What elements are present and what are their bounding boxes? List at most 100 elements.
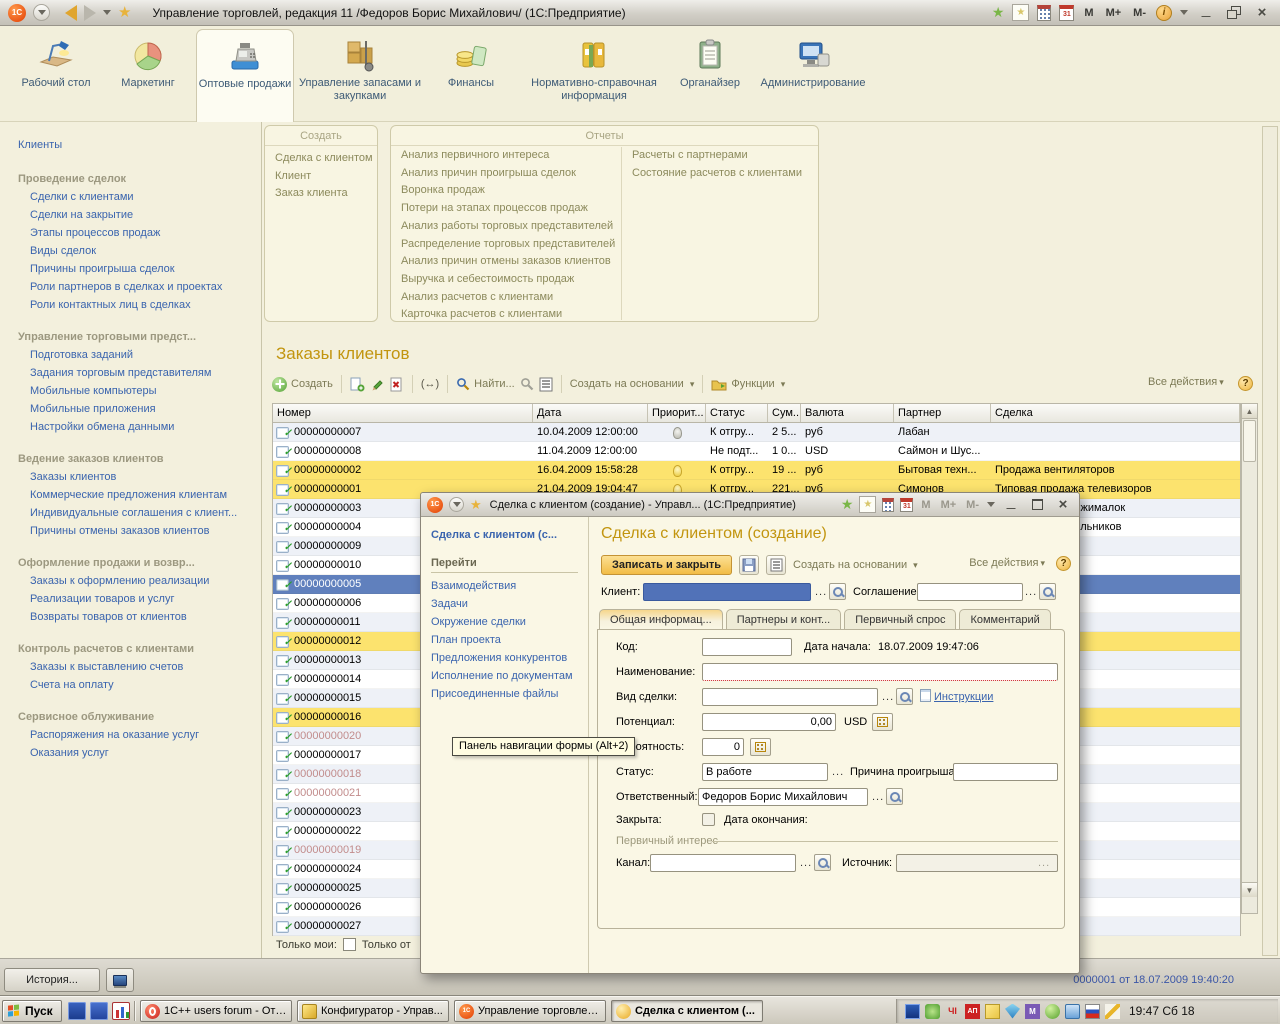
kind-field[interactable]	[702, 688, 878, 706]
page-scrollbar-strip[interactable]	[1262, 126, 1278, 956]
clear-find-button[interactable]	[520, 377, 534, 391]
column-header-currency[interactable]: Валюта	[801, 404, 894, 422]
report-item[interactable]: Анализ первичного интереса	[391, 147, 620, 165]
memory-m-button[interactable]: M	[1082, 7, 1095, 19]
sidebar-item[interactable]: Роли контактных лиц в сделках	[0, 296, 261, 314]
report-item[interactable]: Анализ причин проигрыша сделок	[391, 165, 620, 183]
deal-tab[interactable]: Партнеры и конт...	[726, 609, 842, 630]
agreement-field[interactable]	[917, 583, 1023, 601]
tray-icon[interactable]	[1105, 1004, 1120, 1019]
sidebar-item[interactable]: Задания торговым представителям	[0, 364, 261, 382]
create-panel-item[interactable]: Клиент	[265, 168, 377, 186]
quick-launch-icon-2[interactable]	[90, 1002, 108, 1020]
column-header-status[interactable]: Статус	[706, 404, 768, 422]
report-item[interactable]: Карточка расчетов с клиентами	[391, 306, 620, 324]
report-item[interactable]: Анализ работы торговых представителей	[391, 218, 620, 236]
only-my-checkbox[interactable]	[343, 938, 356, 951]
copy-button[interactable]	[350, 377, 365, 392]
code-field[interactable]	[702, 638, 792, 656]
favorites-go-icon[interactable]	[841, 496, 854, 513]
minimize-button[interactable]	[1196, 4, 1216, 21]
create-based-on-button[interactable]: Создать на основании	[570, 378, 695, 390]
tab-administration[interactable]: Администрирование	[750, 29, 876, 122]
service-messages-button[interactable]	[106, 968, 134, 992]
favorites-star-icon[interactable]	[118, 5, 131, 20]
memory-m-minus-button[interactable]: M-	[964, 499, 981, 511]
tray-icon[interactable]	[1085, 1004, 1100, 1019]
sidebar-item[interactable]: Возвраты товаров от клиентов	[0, 608, 261, 626]
quick-launch-chart-icon[interactable]	[112, 1002, 130, 1020]
status-browse-button[interactable]: ...	[832, 765, 844, 783]
memory-m-plus-button[interactable]: M+	[1104, 7, 1124, 19]
status-field[interactable]: В работе	[702, 763, 828, 781]
sidebar-item[interactable]: Сделки с клиентами	[0, 188, 261, 206]
channel-search-icon[interactable]	[814, 854, 831, 871]
report-item[interactable]: Потери на этапах процессов продаж	[391, 200, 620, 218]
table-scrollbar[interactable]	[1241, 403, 1258, 914]
deal-tab[interactable]: Первичный спрос	[844, 609, 956, 630]
tab-organizer[interactable]: Органайзер	[672, 29, 748, 122]
create-panel-item[interactable]: Сделка с клиентом	[265, 150, 377, 168]
tray-icon[interactable]	[925, 1004, 940, 1019]
sidebar-item[interactable]: Сделки на закрытие	[0, 206, 261, 224]
tab-inventory[interactable]: Управление запасами и закупками	[296, 29, 424, 122]
responsible-browse-button[interactable]: ...	[872, 790, 884, 808]
name-field[interactable]	[702, 663, 1058, 681]
history-dropdown-icon[interactable]	[103, 10, 111, 15]
channel-field[interactable]	[650, 854, 796, 872]
deal-nav-item[interactable]: Присоединенные файлы	[421, 685, 588, 703]
more-dropdown-icon[interactable]	[987, 502, 995, 507]
table-row[interactable]: 00000000008 11.04.2009 12:00:00 Не подт.…	[273, 442, 1240, 461]
tab-finance[interactable]: Финансы	[426, 29, 516, 122]
column-header-priority[interactable]: Приорит...	[648, 404, 706, 422]
kind-search-icon[interactable]	[896, 688, 913, 705]
report-item[interactable]: Расчеты с партнерами	[622, 147, 817, 165]
tray-icon[interactable]: АП	[965, 1004, 980, 1019]
taskbar-task[interactable]: 1C++ users forum - Отв...	[140, 1000, 292, 1022]
source-field[interactable]	[896, 854, 1058, 872]
probability-calculator-button[interactable]	[750, 738, 771, 756]
taskbar-task[interactable]: Управление торговлей...	[454, 1000, 606, 1022]
functions-button[interactable]: Функции	[711, 378, 785, 391]
calculator-icon[interactable]	[1037, 5, 1051, 21]
history-button[interactable]: История...	[4, 968, 100, 992]
calendar-icon[interactable]	[1059, 5, 1074, 21]
favorites-add-icon[interactable]	[859, 496, 876, 513]
sidebar-item[interactable]: Подготовка заданий	[0, 346, 261, 364]
channel-browse-button[interactable]: ...	[800, 856, 812, 874]
responsible-field[interactable]: Федоров Борис Михайлович	[698, 788, 868, 806]
deal-nav-item[interactable]: План проекта	[421, 631, 588, 649]
scroll-up-icon[interactable]	[1242, 404, 1257, 419]
info-icon[interactable]	[1156, 5, 1172, 21]
deal-tab[interactable]: Комментарий	[959, 609, 1050, 630]
sidebar-item[interactable]: Причины отмены заказов клиентов	[0, 522, 261, 540]
info-dropdown-icon[interactable]	[1180, 10, 1188, 15]
tab-reference-info[interactable]: Нормативно-справочная информация	[518, 29, 670, 122]
scroll-down-icon[interactable]	[1242, 882, 1257, 897]
agreement-browse-button[interactable]: ...	[1025, 585, 1037, 603]
start-button[interactable]: Пуск	[2, 1000, 62, 1022]
calculator-icon[interactable]	[882, 498, 894, 512]
sidebar-item[interactable]: Виды сделок	[0, 242, 261, 260]
help-icon[interactable]	[1056, 556, 1071, 571]
tab-desktop[interactable]: Рабочий стол	[12, 29, 100, 122]
report-item[interactable]: Анализ причин отмены заказов клиентов	[391, 253, 620, 271]
favorites-add-icon[interactable]	[1012, 4, 1029, 21]
tray-icon[interactable]: ЧI	[945, 1004, 960, 1019]
responsible-search-icon[interactable]	[886, 788, 903, 805]
deal-tab[interactable]: Общая информац...	[599, 609, 723, 630]
tray-icon[interactable]: М	[1025, 1004, 1040, 1019]
taskbar-task[interactable]: Конфигуратор - Управ...	[297, 1000, 449, 1022]
memory-m-minus-button[interactable]: M-	[1131, 7, 1148, 19]
sidebar-item[interactable]: Заказы клиентов	[0, 468, 261, 486]
tab-marketing[interactable]: Маркетинг	[102, 29, 194, 122]
list-settings-button[interactable]	[539, 377, 553, 392]
deal-nav-item[interactable]: Взаимодействия	[421, 577, 588, 595]
create-panel-item[interactable]: Заказ клиента	[265, 185, 377, 203]
sidebar-item[interactable]: Этапы процессов продаж	[0, 224, 261, 242]
restore-button[interactable]	[1224, 4, 1244, 21]
potential-field[interactable]: 0,00	[702, 713, 836, 731]
report-item[interactable]: Выручка и себестоимость продаж	[391, 271, 620, 289]
agreement-search-icon[interactable]	[1039, 583, 1056, 600]
deal-nav-item[interactable]: Исполнение по документам	[421, 667, 588, 685]
